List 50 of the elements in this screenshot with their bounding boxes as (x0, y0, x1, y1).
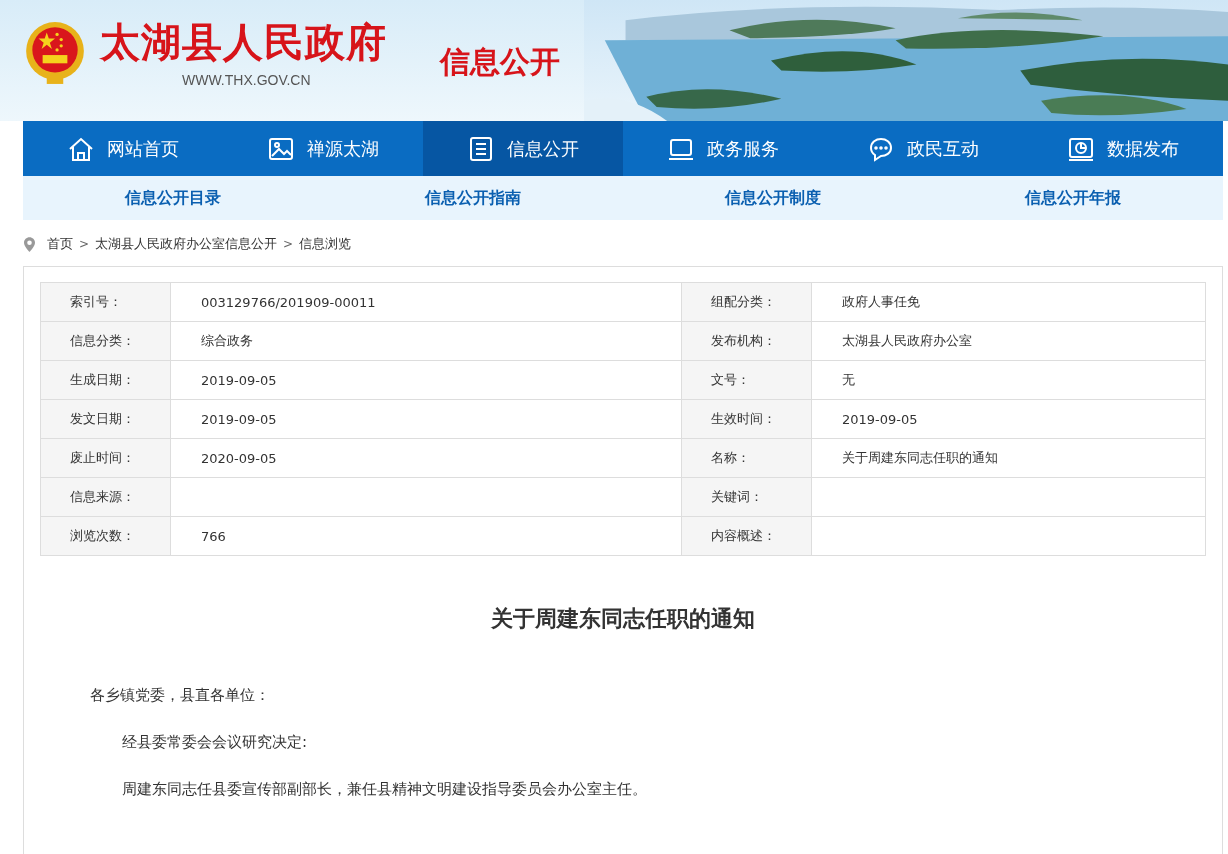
field-label: 内容概述： (681, 516, 812, 556)
field-value: 综合政务 (201, 333, 253, 348)
article-paragraph: 周建东同志任县委宣传部副部长，兼任县精神文明建设指导委员会办公室主任。 (121, 780, 648, 799)
subnav-link[interactable]: 信息公开目录 (125, 187, 221, 209)
field-label: 发文日期： (40, 399, 171, 439)
article-paragraph: 经县委常委会会议研究决定: (121, 733, 309, 752)
article-paragraph: 各乡镇党委，县直各单位： (89, 686, 271, 705)
document-icon (467, 134, 495, 163)
nav-tab[interactable]: 信息公开 (423, 121, 623, 176)
field-label: 发布机构： (681, 321, 812, 361)
breadcrumb-link[interactable]: 太湖县人民政府办公室信息公开 (95, 235, 278, 253)
nav-tab[interactable]: 政务服务 (623, 121, 823, 176)
nav-tab[interactable]: 数据发布 (1023, 121, 1223, 176)
breadcrumb-separator: > (283, 237, 294, 251)
location-pin-icon (24, 236, 35, 252)
field-label: 生成日期： (40, 360, 171, 400)
site-name: 太湖县人民政府 (100, 18, 388, 66)
nav-tab[interactable]: 网站首页 (23, 121, 223, 176)
field-label: 生效时间： (681, 399, 812, 439)
field-label: 浏览次数： (40, 516, 171, 556)
emblem-icon (24, 20, 86, 86)
field-value: 政府人事任免 (842, 294, 920, 309)
breadcrumb-link[interactable]: 首页 (47, 235, 73, 253)
field-value: 无 (842, 372, 855, 387)
field-value: 关于周建东同志任职的通知 (842, 450, 998, 465)
breadcrumb-link[interactable]: 信息浏览 (299, 235, 352, 253)
field-label: 信息来源： (40, 477, 171, 517)
field-label: 名称： (681, 438, 812, 478)
nav-tab[interactable]: 禅源太湖 (223, 121, 423, 176)
subnav-link[interactable]: 信息公开制度 (725, 187, 821, 209)
subnav-link[interactable]: 信息公开指南 (425, 187, 521, 209)
section-title: 信息公开 (440, 43, 560, 81)
field-value: 2019-09-05 (842, 411, 918, 427)
nav-tab[interactable]: 政民互动 (823, 121, 1023, 176)
field-value: 太湖县人民政府办公室 (842, 333, 972, 348)
field-label: 关键词： (681, 477, 812, 517)
field-value: 766 (201, 528, 226, 544)
field-value: 2020-09-05 (201, 450, 277, 466)
field-label: 文号： (681, 360, 812, 400)
field-label: 信息分类： (40, 321, 171, 361)
field-label: 废止时间： (40, 438, 171, 478)
subnav-link[interactable]: 信息公开年报 (1025, 187, 1121, 209)
field-value: 003129766/201909-00011 (201, 294, 376, 310)
field-value: 2019-09-05 (201, 411, 277, 427)
article-title: 关于周建东同志任职的通知 (490, 605, 756, 633)
field-label: 组配分类： (681, 282, 812, 322)
field-label: 索引号： (40, 282, 171, 322)
site-url: WWW.THX.GOV.CN (182, 72, 312, 88)
field-value: 2019-09-05 (201, 372, 277, 388)
breadcrumb-separator: > (79, 237, 90, 251)
